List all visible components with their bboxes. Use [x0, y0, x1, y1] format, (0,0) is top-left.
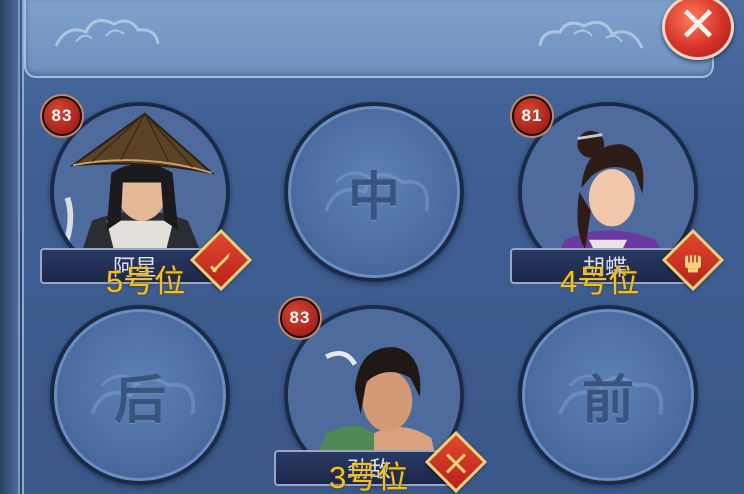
cloud-ornament-left: [54, 18, 160, 47]
slot-label-back: 后: [113, 369, 166, 431]
formation-slot-middle[interactable]: 中: [284, 102, 464, 282]
formation-slot-front[interactable]: 前: [518, 305, 698, 485]
level-badge: 81: [512, 96, 552, 136]
crossed-swords-icon: [445, 453, 467, 474]
game-window: ✕ 83 阿星 5号位 中 81 胡蝶 4号位 后 83 劲敌 3号位 前: [0, 0, 744, 494]
panel-header: [24, 0, 714, 78]
level-badge: 83: [42, 96, 82, 136]
level-badge: 83: [280, 298, 320, 338]
position-label: 5号位: [106, 264, 186, 299]
slot-label-middle: 中: [347, 166, 400, 228]
sword-icon: [209, 252, 230, 273]
slot-label-front: 前: [581, 369, 634, 431]
fist-icon: [685, 255, 701, 273]
close-icon: ✕: [677, 0, 719, 52]
cloud-ornament-right: [538, 20, 644, 49]
left-side-strip: [0, 0, 20, 494]
position-label: 4号位: [560, 264, 640, 299]
formation-slot-back[interactable]: 后: [50, 305, 230, 485]
position-label: 3号位: [329, 460, 409, 494]
